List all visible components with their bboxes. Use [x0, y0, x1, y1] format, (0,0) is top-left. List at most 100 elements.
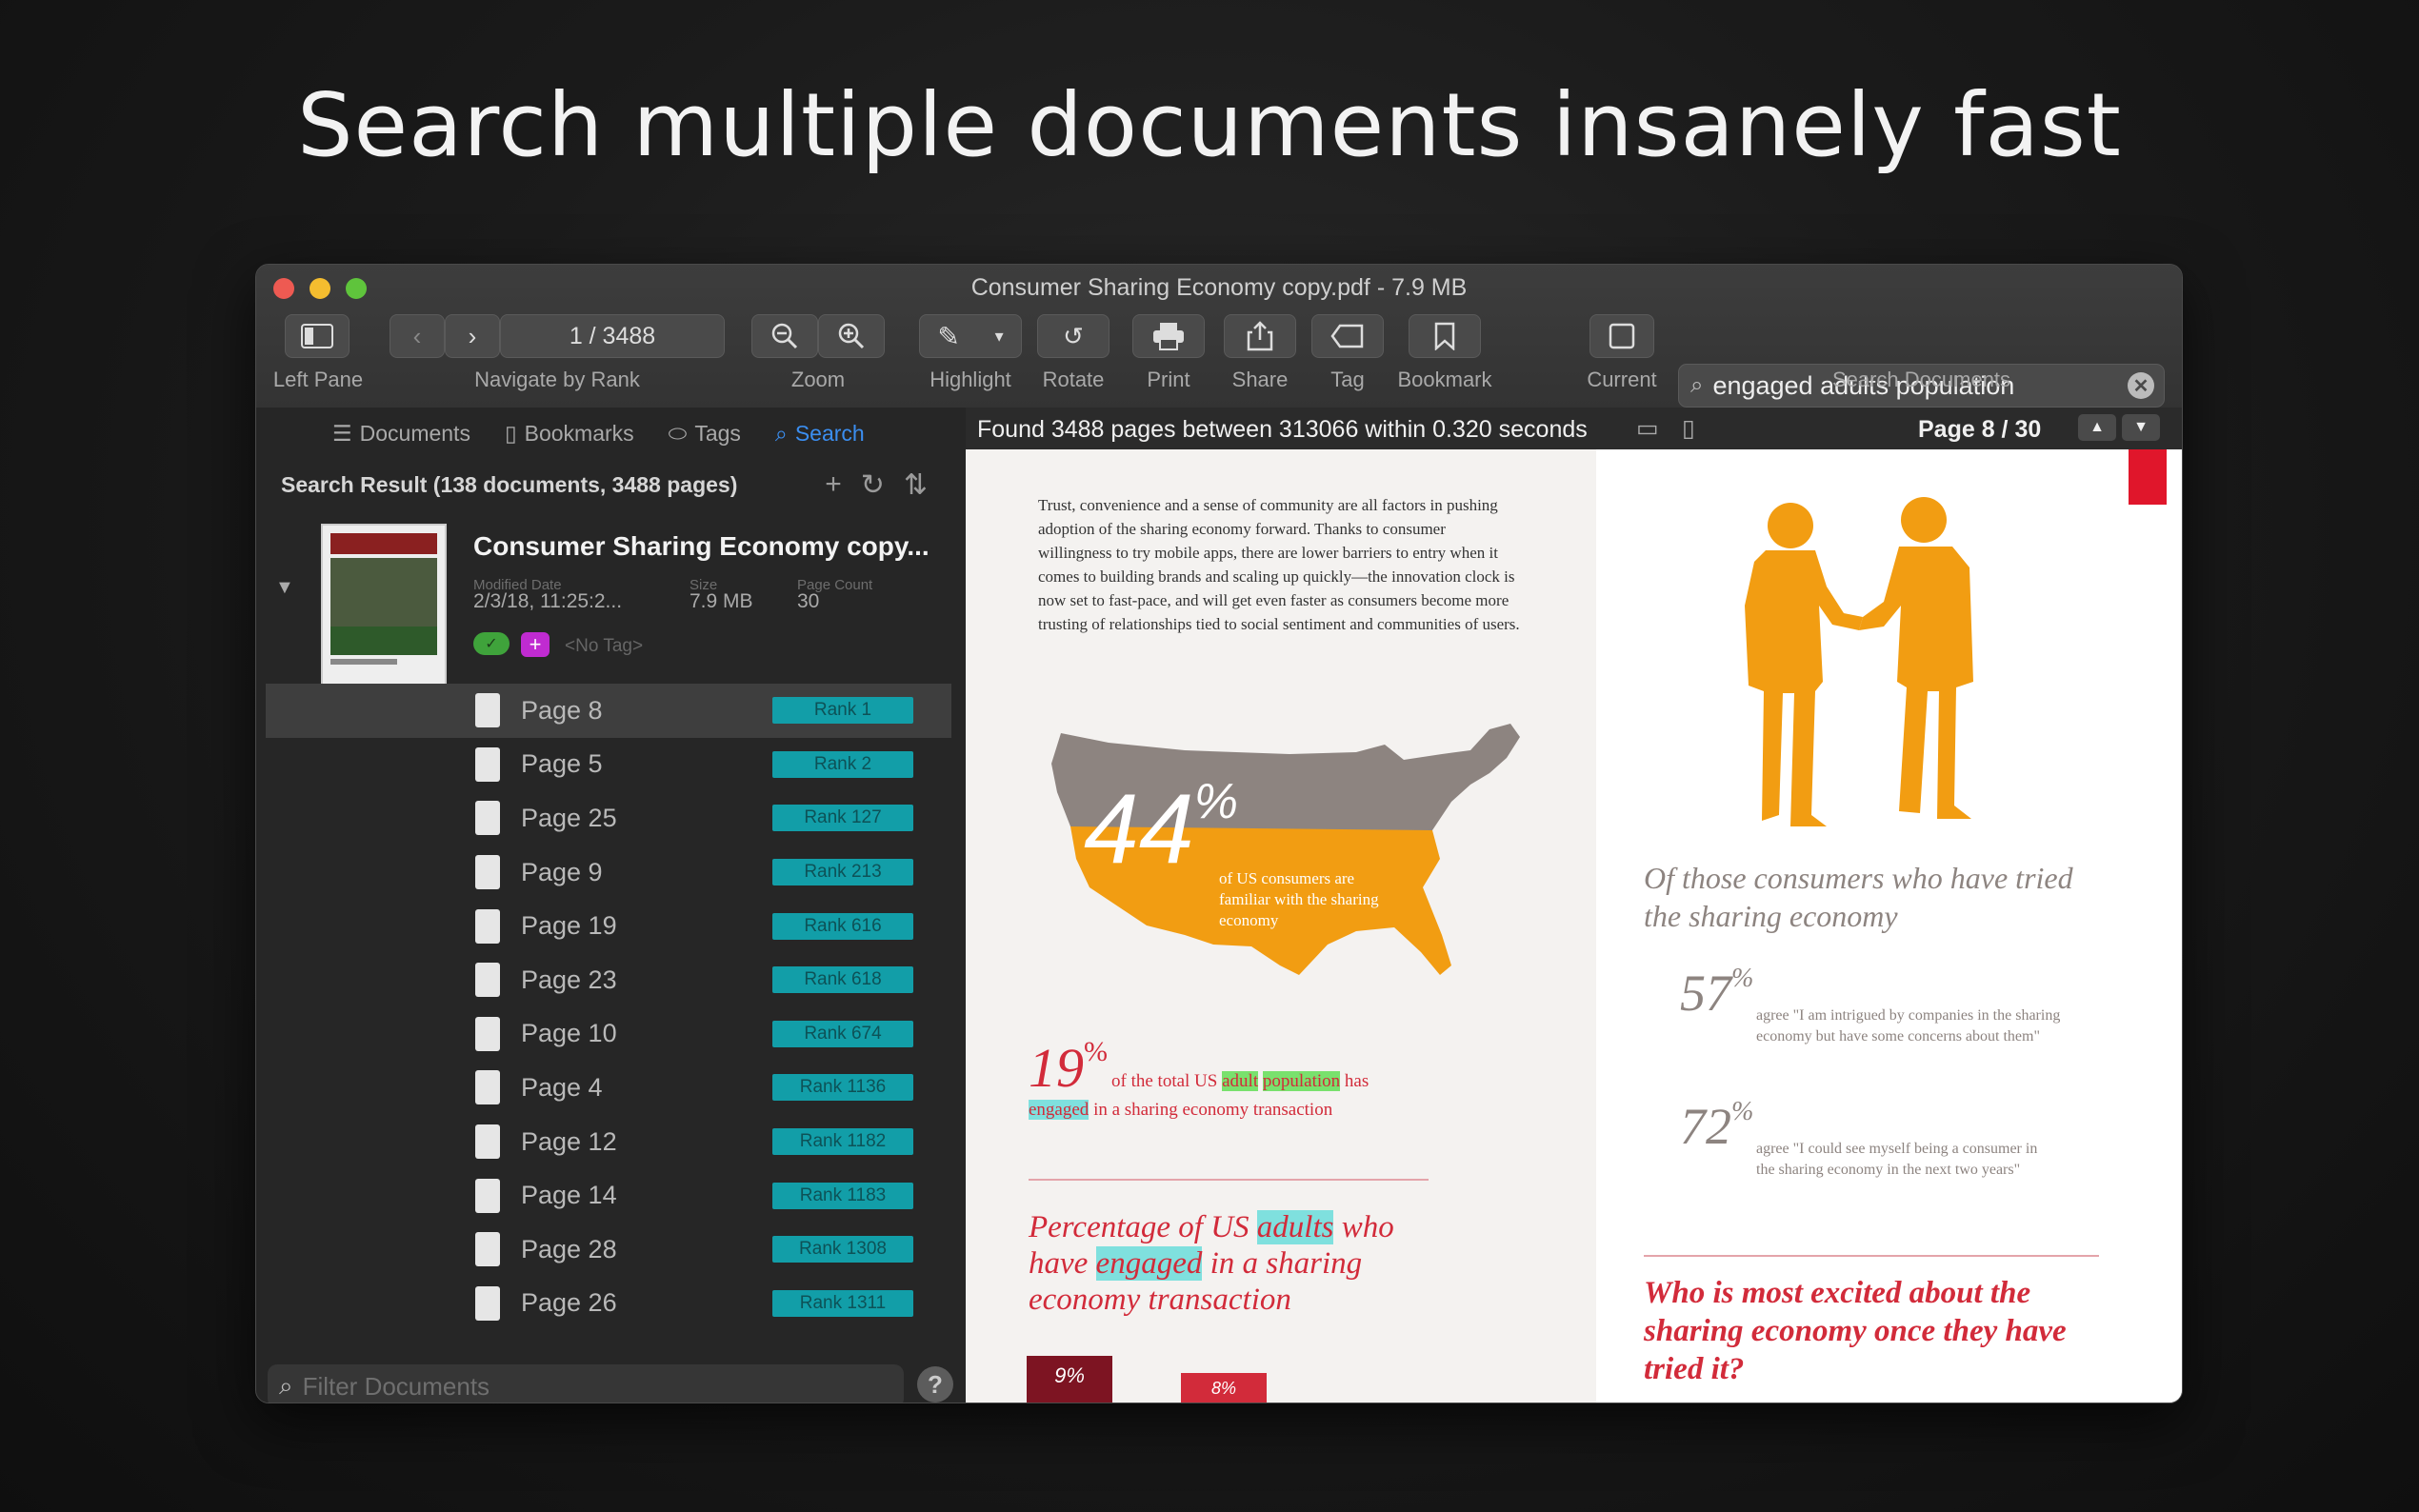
rank-badge: Rank 1308 — [772, 1236, 913, 1263]
sort-icon[interactable]: ⇅ — [904, 468, 928, 502]
rank-badge: Rank 1182 — [772, 1128, 913, 1156]
rank-badge: Rank 1311 — [772, 1289, 913, 1317]
search-results-list: Page 8 Rank 1 Page 5 Rank 2 Page 25 Rank 127 P… — [266, 684, 951, 1330]
titlebar: Consumer Sharing Economy copy.pdf - 7.9 … — [256, 265, 2182, 408]
navigate-label: Navigate by Rank — [474, 368, 640, 391]
rotate-button[interactable]: ↺ — [1037, 314, 1110, 358]
toolbar: Left Pane ‹ › 1 / 3488 Navigate by Rank … — [256, 314, 2182, 409]
document-entry[interactable]: ▼ Consumer Sharing Economy copy... Modif… — [256, 510, 966, 686]
share-button[interactable] — [1224, 314, 1296, 358]
print-label: Print — [1147, 368, 1190, 391]
highlight-engaged: engaged — [1095, 1246, 1203, 1281]
tab-documents[interactable]: ☰ Documents — [332, 421, 470, 447]
page-up-button[interactable]: ▲ — [2078, 414, 2116, 441]
divider-line — [1644, 1255, 2099, 1257]
disclosure-triangle-icon[interactable]: ▼ — [275, 577, 294, 599]
next-button[interactable]: › — [445, 314, 500, 358]
result-page-label: Page 25 — [521, 803, 617, 832]
help-button[interactable]: ? — [917, 1366, 953, 1403]
result-row[interactable]: Page 28 Rank 1308 — [266, 1223, 951, 1277]
refresh-icon[interactable]: ↻ — [861, 468, 885, 502]
filter-documents-field[interactable]: ⌕ Filter Documents — [268, 1364, 904, 1403]
found-summary: Found 3488 pages between 313066 within 0… — [977, 416, 1588, 443]
result-page-label: Page 4 — [521, 1072, 603, 1102]
add-icon[interactable]: + — [825, 468, 842, 502]
left-pane-button[interactable] — [285, 314, 350, 358]
current-button[interactable] — [1589, 314, 1654, 358]
result-page-label: Page 12 — [521, 1126, 617, 1156]
result-row[interactable]: Page 12 Rank 1182 — [266, 1115, 951, 1169]
chevron-right-icon: › — [468, 321, 477, 350]
tab-documents-label: Documents — [359, 421, 470, 446]
bookmark-icon — [1434, 322, 1455, 350]
headline: Search multiple documents insanely fast — [297, 74, 2122, 176]
zoom-in-button[interactable] — [818, 314, 885, 358]
result-row[interactable]: Page 14 Rank 1183 — [266, 1168, 951, 1223]
share-label: Share — [1231, 368, 1289, 391]
marker-icon: ✎ — [937, 321, 960, 351]
stat-44-value: 44 — [1084, 774, 1194, 885]
page-down-button[interactable]: ▼ — [2122, 414, 2160, 441]
tab-search[interactable]: ⌕ Search — [775, 421, 865, 447]
tab-tags-label: Tags — [694, 421, 741, 446]
current-label: Current — [1587, 368, 1657, 391]
page-icon — [475, 855, 500, 890]
result-page-label: Page 8 — [521, 695, 603, 725]
result-row[interactable]: Page 4 Rank 1136 — [266, 1061, 951, 1115]
result-row[interactable]: Page 26 Rank 1311 — [266, 1277, 951, 1331]
page-icon — [475, 801, 500, 836]
document-size: 7.9 MB — [690, 590, 753, 612]
print-button[interactable] — [1132, 314, 1205, 358]
stat-57-pct: % — [1731, 964, 1754, 993]
result-row[interactable]: Page 10 Rank 674 — [266, 1007, 951, 1062]
tab-bookmarks[interactable]: ▯ Bookmarks — [505, 421, 634, 447]
result-row[interactable]: Page 19 Rank 616 — [266, 899, 951, 953]
rank-badge: Rank 618 — [772, 966, 913, 994]
rotate-icon: ↺ — [1063, 321, 1084, 350]
tag-icon — [1330, 324, 1364, 348]
page-icon — [475, 1178, 500, 1213]
stat-72-value: 72 — [1680, 1098, 1731, 1155]
page-icon — [475, 1285, 500, 1321]
folder-icon[interactable]: ▭ — [1636, 414, 1659, 443]
tab-search-label: Search — [794, 421, 865, 446]
result-page-label: Page 26 — [521, 1288, 617, 1318]
result-row[interactable]: Page 9 Rank 213 — [266, 846, 951, 900]
stat-72: 72% — [1680, 1097, 1753, 1156]
rank-badge: Rank 616 — [772, 912, 913, 940]
previous-button[interactable]: ‹ — [390, 314, 445, 358]
zoom-out-button[interactable] — [751, 314, 818, 358]
bookmark-button[interactable] — [1409, 314, 1481, 358]
page-icon — [475, 1070, 500, 1105]
search-icon: ⌕ — [774, 421, 788, 446]
pdf-right-half: Of those consumers who have tried the sh… — [1596, 449, 2182, 1403]
document-title: Consumer Sharing Economy copy... — [473, 531, 930, 561]
highlight-button[interactable]: ✎ ▾ — [919, 314, 1022, 358]
rank-badge: Rank 213 — [772, 859, 913, 886]
result-row[interactable]: Page 5 Rank 2 — [266, 738, 951, 792]
result-row[interactable]: Page 8 Rank 1 — [266, 684, 951, 738]
tab-tags[interactable]: ⬭ Tags — [669, 421, 741, 447]
app-window: Consumer Sharing Economy copy.pdf - 7.9 … — [255, 264, 2183, 1403]
filter-placeholder: Filter Documents — [302, 1371, 490, 1401]
heading-part: who — [1341, 1210, 1394, 1244]
result-page-label: Page 10 — [521, 1019, 617, 1048]
result-row[interactable]: Page 25 Rank 127 — [266, 791, 951, 846]
page-counter[interactable]: 1 / 3488 — [500, 314, 725, 358]
stat-72-quote: agree "I could see myself being a consum… — [1756, 1141, 2038, 1178]
stat-19: 19% of the total US adult population has… — [1029, 1036, 1448, 1121]
bookmark-icon[interactable]: ▯ — [1682, 414, 1695, 443]
stat-57-quote: agree "I am intrigued by companies in th… — [1756, 1007, 2061, 1044]
search-icon: ⌕ — [279, 1371, 293, 1400]
tag-button[interactable] — [1311, 314, 1384, 358]
result-row[interactable]: Page 23 Rank 618 — [266, 953, 951, 1007]
rank-badge: Rank 1183 — [772, 1182, 913, 1209]
no-tag-label: <No Tag> — [565, 636, 644, 656]
add-tag-icon[interactable]: + — [521, 632, 550, 657]
stat-19-pct: % — [1084, 1036, 1108, 1067]
viewer-infobar: Found 3488 pages between 313066 within 0… — [966, 408, 2182, 449]
sidebar-tabs: ☰ Documents ▯ Bookmarks ⬭ Tags ⌕ Search — [332, 421, 865, 447]
tab-bookmarks-label: Bookmarks — [524, 421, 634, 446]
window-title: Consumer Sharing Economy copy.pdf - 7.9 … — [970, 274, 1468, 301]
tag-label: Tag — [1330, 368, 1365, 391]
